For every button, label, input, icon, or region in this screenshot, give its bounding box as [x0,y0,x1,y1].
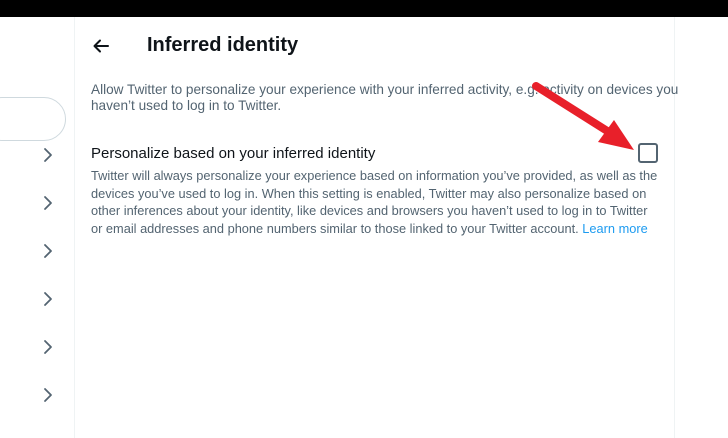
chevron-right-icon[interactable] [40,147,56,163]
settings-menu-panel [0,17,74,438]
column-divider [674,17,675,438]
arrow-left-icon [93,39,109,53]
page-title: Inferred identity [147,34,299,56]
setting-description-text: Twitter will always personalize your exp… [91,168,658,236]
chevron-right-icon[interactable] [40,387,56,403]
chevron-right-icon[interactable] [40,195,56,211]
back-button[interactable] [88,33,114,59]
personalize-checkbox[interactable] [638,143,658,163]
setting-label: Personalize based on your inferred ident… [91,145,376,162]
chevron-right-icon[interactable] [40,291,56,307]
setting-description: Twitter will always personalize your exp… [91,167,661,237]
learn-more-link[interactable]: Learn more [582,221,647,236]
top-black-bar [0,0,728,17]
chevron-right-icon[interactable] [40,243,56,259]
column-divider [74,17,75,438]
chevron-right-icon[interactable] [40,339,56,355]
intro-text: Allow Twitter to personalize your experi… [91,82,679,113]
search-input[interactable] [0,97,66,141]
